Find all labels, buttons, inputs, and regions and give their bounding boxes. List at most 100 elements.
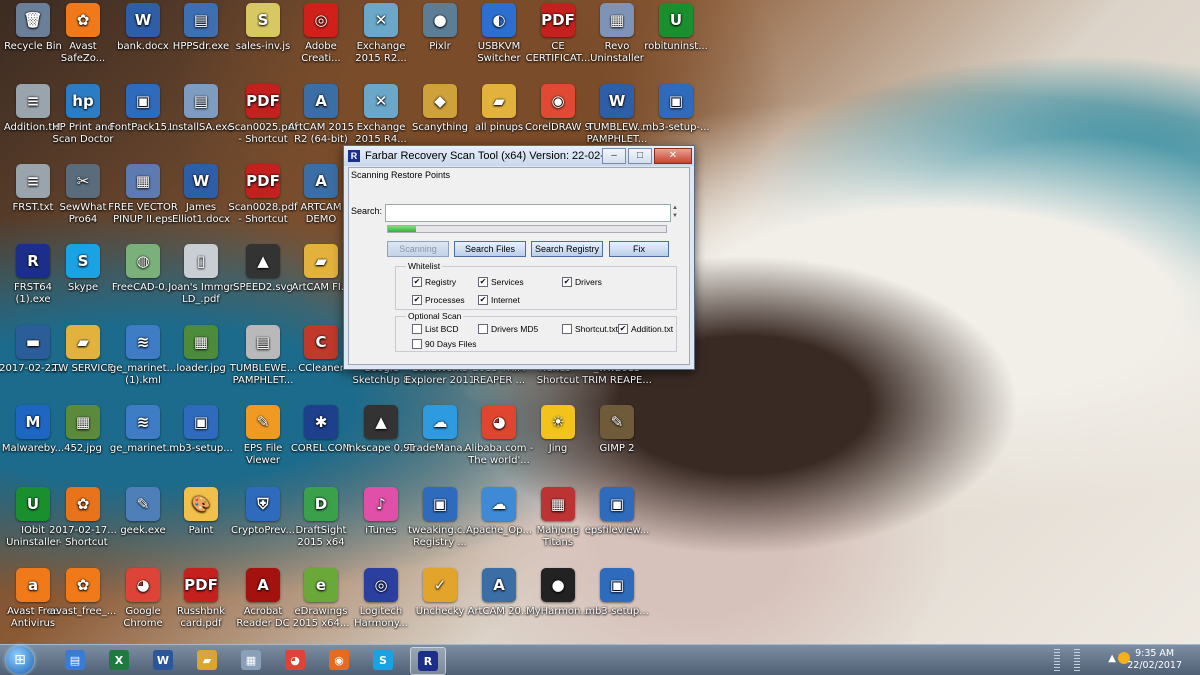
taskbar-folder-button[interactable]: ▰ <box>190 647 224 673</box>
app-icon: ◕ <box>126 568 160 602</box>
app-icon: ◐ <box>482 3 516 37</box>
app-icon: A <box>246 568 280 602</box>
title-bar[interactable]: R Farbar Recovery Scan Tool (x64) Versio… <box>344 146 694 166</box>
optional-scan-title: Optional Scan <box>406 311 464 321</box>
app-icon: PDF <box>246 164 280 198</box>
app-icon: A <box>304 84 338 118</box>
app-icon: ▦ <box>184 325 218 359</box>
taskbar-firefox-button[interactable]: ◉ <box>322 647 356 673</box>
start-button[interactable]: ⊞ <box>6 646 34 674</box>
progress-bar <box>387 225 667 233</box>
checkbox-registry[interactable]: ✔ Registry <box>412 277 456 287</box>
app-icon: ✕ <box>364 84 398 118</box>
app-icon: ▯ <box>184 244 218 278</box>
app-icon: ▦ <box>126 164 160 198</box>
word-icon: W <box>153 650 173 670</box>
app-icon: ▦ <box>541 487 575 521</box>
search-files-button[interactable]: Search Files <box>454 241 526 257</box>
checkbox-label: Drivers MD5 <box>491 324 539 334</box>
status-text: Scanning Restore Points <box>351 170 451 180</box>
app-icon: ▤ <box>246 325 280 359</box>
app-icon: ▣ <box>126 84 160 118</box>
desktop-icon[interactable]: ▣ epsfileview... <box>580 487 654 565</box>
app-icon: ▦ <box>600 3 634 37</box>
checkbox-box[interactable] <box>412 324 422 334</box>
app-icon: ▰ <box>482 84 516 118</box>
app-icon: ▬ <box>16 325 50 359</box>
app-icon: ▣ <box>423 487 457 521</box>
checkbox-shortcut-txt[interactable]: Shortcut.txt <box>562 324 618 334</box>
checkbox-drivers[interactable]: ✔ Drivers <box>562 277 602 287</box>
checkbox-box[interactable] <box>412 339 422 349</box>
taskbar-skype-button[interactable]: S <box>366 647 400 673</box>
app-icon: ✂ <box>66 164 100 198</box>
fix-button[interactable]: Fix <box>609 241 669 257</box>
taskbar-word-button[interactable]: W <box>146 647 180 673</box>
taskbar-calculator-button[interactable]: ▦ <box>234 647 268 673</box>
app-icon: C <box>304 325 338 359</box>
app-icon: ≋ <box>126 405 160 439</box>
desktop-icon[interactable]: ▣ mb3-setup... <box>580 568 654 646</box>
checkbox-box[interactable]: ✔ <box>412 295 422 305</box>
app-icon: ☁ <box>423 405 457 439</box>
checkbox-label: Processes <box>425 295 465 305</box>
checkbox-addition-txt[interactable]: ✔ Addition.txt <box>618 324 673 334</box>
app-icon: D <box>304 487 338 521</box>
show-hidden-icons-button[interactable]: ▲ <box>1108 653 1116 664</box>
desktop-icon-label: GIMP 2 <box>599 443 635 454</box>
desktop-icon-label: epsfileview... <box>584 525 650 536</box>
app-icon: ⛨ <box>246 487 280 521</box>
scanning-button[interactable]: Scanning <box>387 241 449 257</box>
app-icon: S <box>246 3 280 37</box>
app-icon: ▣ <box>600 487 634 521</box>
close-button[interactable]: ✕ <box>654 148 692 164</box>
frst-logo-icon: R <box>348 150 360 162</box>
checkbox-box[interactable] <box>478 324 488 334</box>
taskbar-explorer-button[interactable]: ▤ <box>58 647 92 673</box>
desktop-icon[interactable]: ✎ GIMP 2 <box>580 405 654 483</box>
search-registry-button[interactable]: Search Registry <box>531 241 603 257</box>
app-icon: ▰ <box>304 244 338 278</box>
taskbar-grip[interactable] <box>1074 649 1080 671</box>
checkbox-label: Drivers <box>575 277 602 287</box>
taskbar-excel-button[interactable]: X <box>102 647 136 673</box>
taskbar-chrome-button[interactable]: ◕ <box>278 647 312 673</box>
app-icon: M <box>16 405 50 439</box>
frst-icon: R <box>418 651 438 671</box>
maximize-button[interactable]: □ <box>628 148 652 164</box>
app-icon: A <box>304 164 338 198</box>
checkbox-drivers-md5[interactable]: Drivers MD5 <box>478 324 538 334</box>
checkbox-processes[interactable]: ✔ Processes <box>412 295 465 305</box>
app-icon: A <box>482 568 516 602</box>
checkbox-label: Addition.txt <box>631 324 674 334</box>
taskbar: ⊞ ▤ X W ▰ ▦ ◕ ◉ S R ▲ 9:35 AM 22/02/2017 <box>0 644 1200 675</box>
frst-window[interactable]: R Farbar Recovery Scan Tool (x64) Versio… <box>343 145 695 370</box>
chrome-icon: ◕ <box>285 650 305 670</box>
checkbox-list-bcd[interactable]: List BCD <box>412 324 459 334</box>
clock-time: 9:35 AM <box>1135 648 1175 659</box>
app-icon: ✎ <box>126 487 160 521</box>
checkbox-services[interactable]: ✔ Services <box>478 277 524 287</box>
checkbox-box[interactable]: ✔ <box>478 295 488 305</box>
app-icon: ✎ <box>246 405 280 439</box>
clock[interactable]: 9:35 AM 22/02/2017 <box>1127 648 1182 672</box>
app-icon: PDF <box>541 3 575 37</box>
search-scroll[interactable]: ▲ ▼ <box>671 204 679 222</box>
app-icon: 🗑 <box>16 3 50 37</box>
checkbox-box[interactable]: ✔ <box>412 277 422 287</box>
minimize-button[interactable]: – <box>602 148 626 164</box>
taskbar-frst-button[interactable]: R <box>410 647 446 675</box>
checkbox-box[interactable]: ✔ <box>562 277 572 287</box>
app-icon: hp <box>66 84 100 118</box>
checkbox-box[interactable]: ✔ <box>478 277 488 287</box>
checkbox-90-days-files[interactable]: 90 Days Files <box>412 339 477 349</box>
taskbar-grip[interactable] <box>1054 649 1060 671</box>
checkbox-box[interactable]: ✔ <box>618 324 628 334</box>
app-icon: ▤ <box>184 84 218 118</box>
search-input[interactable] <box>385 204 671 222</box>
app-icon: e <box>304 568 338 602</box>
desktop-icon[interactable]: Urobituninst... <box>639 3 713 81</box>
checkbox-internet[interactable]: ✔ Internet <box>478 295 520 305</box>
app-icon: ● <box>541 568 575 602</box>
checkbox-box[interactable] <box>562 324 572 334</box>
